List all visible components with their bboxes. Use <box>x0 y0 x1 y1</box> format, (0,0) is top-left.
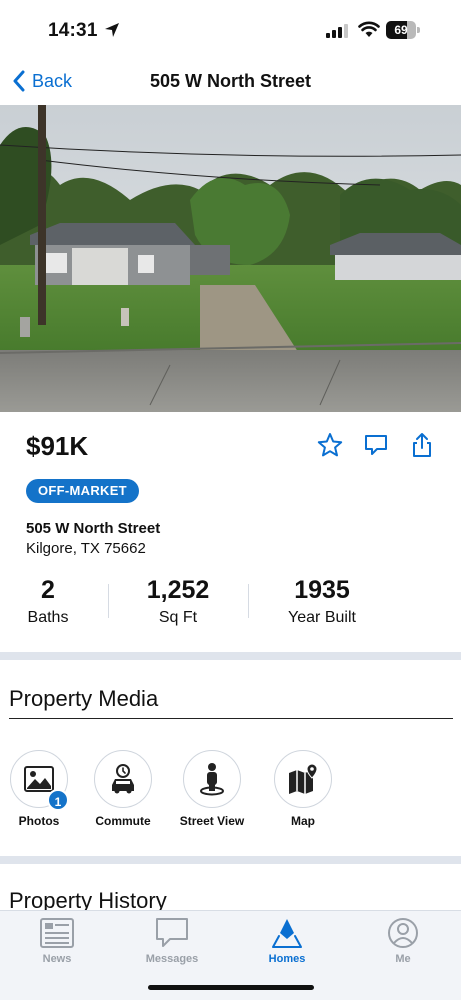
photos-icon <box>24 766 54 792</box>
tab-homes[interactable]: Homes <box>242 917 332 965</box>
stat-value: 2 <box>41 576 55 604</box>
status-time: 14:31 <box>48 20 98 41</box>
location-arrow-icon <box>105 23 119 37</box>
wifi-icon <box>358 21 380 37</box>
stat-baths: 2 Baths <box>18 576 78 627</box>
battery-indicator: 69 <box>386 21 420 39</box>
photo-count-badge: 1 <box>47 789 69 811</box>
media-label: Commute <box>95 814 151 828</box>
status-badge: OFF-MARKET <box>26 479 139 503</box>
section-rule <box>9 718 453 719</box>
cellular-signal-icon <box>326 24 348 38</box>
homes-icon <box>272 919 302 948</box>
stat-sqft: 1,252 Sq Ft <box>128 576 228 627</box>
tab-label: Homes <box>268 953 306 965</box>
media-circle <box>183 750 241 808</box>
home-indicator <box>148 985 314 990</box>
media-label: Street View <box>179 814 245 828</box>
stat-value: 1935 <box>294 576 350 604</box>
tab-news[interactable]: News <box>12 917 102 965</box>
messages-icon <box>156 918 188 947</box>
favorite-star-icon[interactable] <box>317 432 343 458</box>
commute-icon <box>112 764 134 794</box>
property-stats: 2 Baths 1,252 Sq Ft 1935 Year Built <box>0 576 461 632</box>
section-divider <box>0 652 461 660</box>
listing-actions <box>317 432 435 458</box>
map-icon <box>289 763 318 794</box>
address-street: 505 W North Street <box>26 520 161 537</box>
page-title: 505 W North Street <box>149 71 312 91</box>
stat-year-built: 1935 Year Built <box>272 576 372 627</box>
property-photo[interactable] <box>0 105 461 412</box>
section-divider <box>0 856 461 864</box>
battery-text: 69 <box>394 23 408 37</box>
street-view-icon <box>200 763 224 796</box>
stat-label: Year Built <box>288 609 356 626</box>
media-photos-button[interactable]: 1 Photos <box>9 750 69 828</box>
media-commute-button[interactable]: Commute <box>93 750 153 828</box>
tab-label: News <box>42 953 72 965</box>
media-circle <box>94 750 152 808</box>
profile-icon <box>388 918 418 948</box>
media-label: Map <box>291 814 315 828</box>
tab-label: Messages <box>145 953 199 965</box>
tab-me[interactable]: Me <box>358 917 448 965</box>
tab-label: Me <box>395 953 411 965</box>
stat-label: Baths <box>27 609 69 626</box>
address-city: Kilgore, TX 75662 <box>26 540 146 557</box>
share-icon[interactable] <box>409 432 435 458</box>
media-street-view-button[interactable]: Street View <box>180 750 244 828</box>
media-circle <box>274 750 332 808</box>
stat-label: Sq Ft <box>158 609 198 626</box>
comment-icon[interactable] <box>363 432 389 458</box>
navigation-bar: Back 505 W North Street <box>0 60 461 104</box>
property-media-heading: Property Media <box>9 686 159 711</box>
news-icon <box>40 918 74 948</box>
stat-divider <box>108 584 109 618</box>
listing-price: $91K <box>26 431 89 461</box>
status-bar: 14:31 69 <box>0 0 461 60</box>
stat-divider <box>248 584 249 618</box>
stat-value: 1,252 <box>146 576 210 604</box>
tab-messages[interactable]: Messages <box>127 917 217 965</box>
media-map-button[interactable]: Map <box>273 750 333 828</box>
media-circle: 1 <box>10 750 69 811</box>
